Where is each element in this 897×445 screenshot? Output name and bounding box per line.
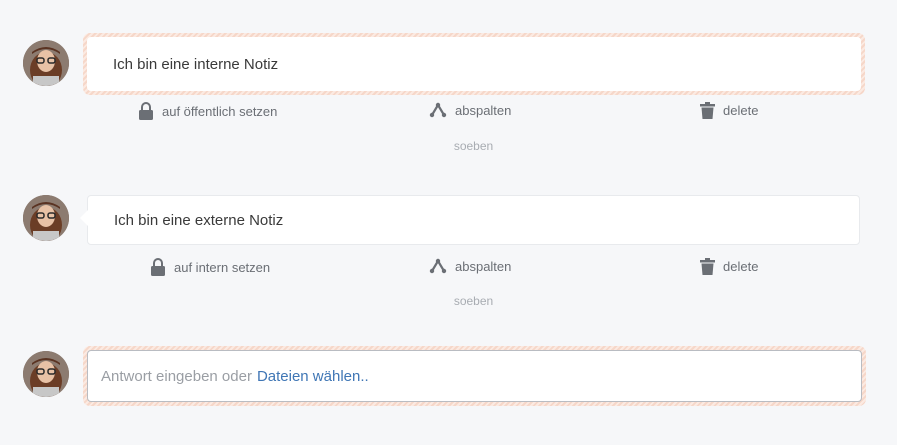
article-timestamp: soeben: [453, 294, 494, 308]
user-avatar[interactable]: [23, 195, 69, 241]
lock-icon: [151, 258, 165, 276]
split-button[interactable]: abspalten: [429, 258, 511, 274]
set-internal-label: auf intern setzen: [174, 259, 271, 275]
reply-frame: Antwort eingeben oder Dateien wählen..: [83, 346, 866, 406]
split-icon: [429, 258, 447, 274]
avatar-image: [23, 40, 69, 86]
split-label: abspalten: [455, 102, 512, 118]
delete-button[interactable]: delete: [700, 102, 758, 119]
delete-label: delete: [723, 259, 759, 274]
article-body: Ich bin eine externe Notiz: [80, 195, 860, 245]
trash-icon: [700, 258, 715, 275]
avatar-image: [23, 195, 69, 241]
article-actions: auf intern setzen abspalten delete: [87, 258, 860, 278]
split-button[interactable]: abspalten: [429, 102, 511, 118]
set-public-button[interactable]: auf öffentlich setzen: [138, 102, 277, 120]
set-internal-button[interactable]: auf intern setzen: [150, 258, 270, 276]
avatar-image: [23, 351, 69, 397]
split-icon: [429, 102, 447, 118]
set-public-label: auf öffentlich setzen: [162, 103, 278, 119]
internal-note-frame: Ich bin eine interne Notiz: [83, 33, 865, 95]
lock-icon: [139, 102, 153, 120]
user-avatar[interactable]: [23, 351, 69, 397]
reply-placeholder: Antwort eingeben oder: [101, 367, 252, 385]
trash-icon: [700, 102, 715, 119]
article-actions: auf öffentlich setzen abspalten delete: [87, 102, 860, 122]
reply-input[interactable]: Antwort eingeben oder Dateien wählen..: [87, 350, 862, 402]
delete-button[interactable]: delete: [700, 258, 758, 275]
ticket-thread: Ich bin eine interne Notiz auf öffentlic…: [0, 0, 897, 445]
user-avatar[interactable]: [23, 40, 69, 86]
article-timestamp: soeben: [453, 139, 494, 153]
split-label: abspalten: [455, 258, 512, 274]
delete-label: delete: [723, 103, 759, 118]
choose-files-link[interactable]: Dateien wählen..: [257, 368, 369, 385]
article-body: Ich bin eine interne Notiz: [87, 37, 861, 91]
